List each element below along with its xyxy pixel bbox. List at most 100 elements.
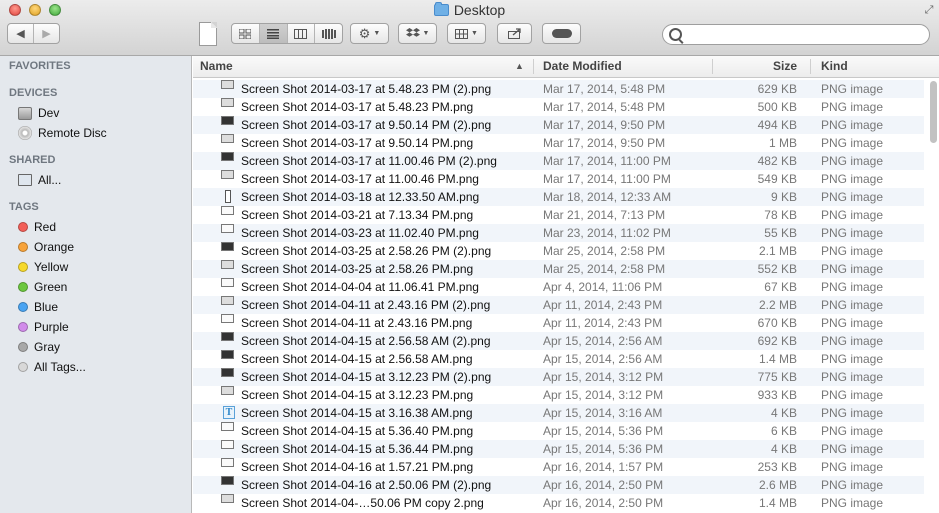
file-row[interactable]: Screen Shot 2014-04-…50.06 PM copy 2.png… — [193, 494, 924, 512]
column-divider[interactable] — [533, 59, 534, 74]
search-icon — [669, 28, 682, 41]
file-kind: PNG image — [821, 82, 884, 96]
list-view-button[interactable] — [259, 24, 288, 43]
file-kind: PNG image — [821, 244, 884, 258]
file-kind: PNG image — [821, 316, 884, 330]
file-date-modified: Mar 21, 2014, 7:13 PM — [543, 208, 666, 222]
file-row[interactable]: Screen Shot 2014-04-15 at 5.36.44 PM.png… — [193, 440, 924, 458]
file-kind: PNG image — [821, 172, 884, 186]
file-row[interactable]: T Screen Shot 2014-04-15 at 3.16.38 AM.pn… — [193, 404, 924, 422]
file-size: 1.4 MB — [758, 352, 797, 366]
file-row[interactable]: Screen Shot 2014-04-15 at 2.56.58 AM (2)… — [193, 332, 924, 350]
file-row[interactable]: Screen Shot 2014-03-18 at 12.33.50 AM.pn… — [193, 188, 924, 206]
share-button[interactable] — [497, 23, 532, 44]
file-size: 253 KB — [757, 460, 797, 474]
file-size: 2.1 MB — [758, 244, 797, 258]
file-date-modified: Apr 16, 2014, 1:57 PM — [543, 460, 664, 474]
file-row[interactable]: Screen Shot 2014-03-23 at 11.02.40 PM.pn… — [193, 224, 924, 242]
file-row[interactable]: Screen Shot 2014-03-25 at 2.58.26 PM (2)… — [193, 242, 924, 260]
file-row[interactable]: Screen Shot 2014-04-16 at 1.57.21 PM.png… — [193, 458, 924, 476]
file-name: Screen Shot 2014-04-11 at 2.43.16 PM.png — [241, 316, 473, 330]
file-kind: PNG image — [821, 100, 884, 114]
column-view-button[interactable] — [288, 24, 316, 43]
dropbox-menu-button[interactable]: ▼ — [398, 23, 437, 44]
file-row[interactable]: Screen Shot 2014-04-16 at 2.50.06 PM (2)… — [193, 476, 924, 494]
file-size: 933 KB — [757, 388, 797, 402]
file-kind: PNG image — [821, 424, 884, 438]
file-date-modified: Mar 17, 2014, 11:00 PM — [543, 172, 671, 186]
file-size: 2.6 MB — [758, 478, 797, 492]
file-row[interactable]: Screen Shot 2014-03-21 at 7.13.34 PM.png… — [193, 206, 924, 224]
edit-tags-button[interactable] — [542, 23, 581, 44]
file-name: Screen Shot 2014-03-25 at 2.58.26 PM.png — [241, 262, 474, 276]
arrange-menu-button[interactable]: ▼ — [447, 23, 486, 44]
file-row[interactable]: Screen Shot 2014-03-17 at 5.48.23 PM.png… — [193, 98, 924, 116]
sidebar-item-remote-disc[interactable]: Remote Disc — [18, 124, 107, 142]
file-row[interactable]: Screen Shot 2014-03-17 at 9.50.14 PM.png… — [193, 134, 924, 152]
file-kind: PNG image — [821, 478, 884, 492]
column-header-date[interactable]: Date Modified — [543, 56, 622, 77]
tag-color-icon — [18, 342, 28, 352]
file-row[interactable]: Screen Shot 2014-03-17 at 5.48.23 PM (2)… — [193, 80, 924, 98]
sidebar-item-shared-all[interactable]: All... — [18, 171, 61, 189]
sidebar-item-tag[interactable]: Purple — [18, 318, 69, 336]
file-row[interactable]: Screen Shot 2014-03-17 at 11.00.46 PM (2… — [193, 152, 924, 170]
file-date-modified: Mar 18, 2014, 12:33 AM — [543, 190, 672, 204]
file-date-modified: Apr 11, 2014, 2:43 PM — [543, 316, 663, 330]
icon-view-button[interactable] — [232, 24, 260, 43]
column-header-size[interactable]: Size — [773, 56, 797, 77]
file-row[interactable]: Screen Shot 2014-04-04 at 11.06.41 PM.pn… — [193, 278, 924, 296]
file-row[interactable]: Screen Shot 2014-04-11 at 2.43.16 PM (2)… — [193, 296, 924, 314]
sidebar-item-dev[interactable]: Dev — [18, 104, 59, 122]
back-button[interactable]: ◀ — [8, 24, 34, 43]
sort-ascending-icon: ▲ — [515, 61, 524, 71]
file-row[interactable]: Screen Shot 2014-03-17 at 11.00.46 PM.pn… — [193, 170, 924, 188]
search-field[interactable] — [662, 24, 930, 45]
file-size: 4 KB — [770, 442, 797, 456]
column-divider[interactable] — [712, 59, 713, 74]
file-kind: PNG image — [821, 118, 884, 132]
file-date-modified: Apr 11, 2014, 2:43 PM — [543, 298, 663, 312]
file-row[interactable]: Screen Shot 2014-04-15 at 2.56.58 AM.png… — [193, 350, 924, 368]
sidebar-item-tag[interactable]: Gray — [18, 338, 60, 356]
tag-color-icon — [18, 222, 28, 232]
sidebar-item-tag[interactable]: Blue — [18, 298, 58, 316]
file-date-modified: Apr 16, 2014, 2:50 PM — [543, 478, 664, 492]
file-name: Screen Shot 2014-04-04 at 11.06.41 PM.pn… — [241, 280, 479, 294]
search-input[interactable] — [685, 27, 927, 44]
tag-color-icon — [18, 262, 28, 272]
dropbox-icon — [405, 28, 420, 37]
file-name: Screen Shot 2014-03-17 at 9.50.14 PM (2)… — [241, 118, 492, 132]
file-row[interactable]: Screen Shot 2014-03-17 at 9.50.14 PM (2)… — [193, 116, 924, 134]
coverflow-view-button[interactable] — [315, 24, 342, 43]
sidebar-item-tag[interactable]: Red — [18, 218, 56, 236]
document-proxy-icon[interactable] — [199, 22, 217, 46]
column-header-bar: Name ▲ Date Modified Size Kind — [193, 56, 939, 78]
sidebar-item-tag[interactable]: All Tags... — [18, 358, 86, 376]
file-row[interactable]: Screen Shot 2014-03-25 at 2.58.26 PM.png… — [193, 260, 924, 278]
gear-icon: ⚙ — [358, 25, 371, 41]
chevron-down-icon: ▼ — [422, 30, 430, 37]
fullscreen-icon[interactable]: ⤢ — [923, 4, 935, 16]
column-header-name[interactable]: Name — [200, 56, 233, 77]
vertical-scrollbar[interactable] — [930, 81, 937, 143]
column-divider[interactable] — [810, 59, 811, 74]
file-row[interactable]: Screen Shot 2014-04-15 at 3.12.23 PM.png… — [193, 386, 924, 404]
file-name: Screen Shot 2014-04-…50.06 PM copy 2.png — [241, 496, 484, 510]
file-row[interactable]: Screen Shot 2014-04-11 at 2.43.16 PM.png… — [193, 314, 924, 332]
png-file-icon — [221, 170, 234, 179]
sidebar-item-tag[interactable]: Yellow — [18, 258, 68, 276]
file-size: 67 KB — [764, 280, 797, 294]
sidebar-item-label: Red — [34, 220, 57, 234]
action-menu-button[interactable]: ⚙ ▼ — [350, 23, 389, 44]
finder-window: Desktop ⤢ ◀ ▶ ⚙ ▼ ▼ ▼ FAVORITES DEVICES … — [0, 0, 939, 513]
forward-button[interactable]: ▶ — [34, 24, 59, 43]
arrange-grid-icon — [455, 28, 469, 39]
column-header-kind[interactable]: Kind — [821, 56, 848, 77]
file-date-modified: Mar 17, 2014, 9:50 PM — [543, 136, 666, 150]
file-row[interactable]: Screen Shot 2014-04-15 at 5.36.40 PM.png… — [193, 422, 924, 440]
sidebar-item-tag[interactable]: Orange — [18, 238, 74, 256]
file-date-modified: Mar 25, 2014, 2:58 PM — [543, 244, 666, 258]
sidebar-item-tag[interactable]: Green — [18, 278, 67, 296]
file-row[interactable]: Screen Shot 2014-04-15 at 3.12.23 PM (2)… — [193, 368, 924, 386]
